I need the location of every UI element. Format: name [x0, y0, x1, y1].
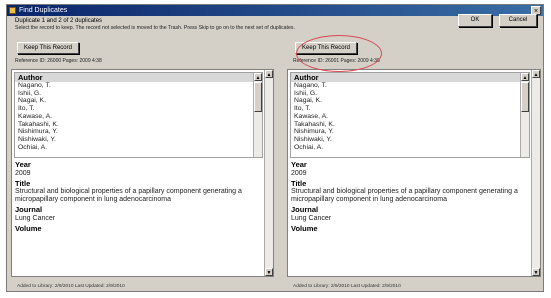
- right-title-label: Title: [291, 178, 307, 188]
- right-author-scrollbar[interactable]: ▲: [520, 73, 529, 157]
- author-item: Ochiai, A.: [294, 143, 324, 151]
- left-record-meta: Reference ID: 26000 Pages: 2009 4:38: [15, 58, 102, 64]
- author-item: Nishimura, Y.: [18, 128, 58, 136]
- author-item: Takahashi, K.: [18, 120, 59, 128]
- right-journal-value: Lung Cancer: [291, 214, 332, 222]
- left-record-panel: Author Nagano, T. Ishii, G. Nagai, K. It…: [11, 69, 274, 277]
- left-author-scrollbar[interactable]: ▲: [253, 73, 262, 157]
- author-item: Nagano, T.: [18, 82, 51, 89]
- keep-left-record-button[interactable]: Keep This Record: [17, 42, 79, 54]
- author-item: Nishiwaki, Y.: [18, 135, 56, 143]
- right-author-header: Author: [291, 73, 529, 82]
- author-item: Ito, T.: [18, 105, 35, 113]
- author-item: Ito, T.: [294, 105, 311, 113]
- author-item: Nishimura, Y.: [294, 128, 334, 136]
- left-title-value: Structural and biological properties of …: [15, 188, 242, 203]
- scroll-up-icon[interactable]: ▲: [532, 70, 540, 78]
- right-year-label: Year: [291, 160, 307, 169]
- scroll-up-icon[interactable]: ▲: [265, 70, 273, 78]
- right-volume-label: Volume: [291, 223, 318, 233]
- right-panel-scrollbar[interactable]: ▲ ▼: [531, 70, 540, 276]
- instruction-text: Select the record to keep. The record no…: [15, 25, 295, 31]
- scroll-down-icon[interactable]: ▼: [532, 268, 540, 276]
- left-author-list: Nagano, T. Ishii, G. Nagai, K. Ito, T. K…: [18, 82, 252, 151]
- cancel-button[interactable]: Cancel: [499, 14, 537, 27]
- author-item: Ishii, G.: [294, 89, 318, 97]
- left-year-value: 2009: [15, 169, 31, 177]
- right-journal-label: Journal: [291, 205, 319, 214]
- left-author-box: Author Nagano, T. Ishii, G. Nagai, K. It…: [14, 72, 263, 158]
- find-duplicates-dialog: Find Duplicates × Duplicate 1 and 2 of 2…: [6, 4, 544, 292]
- scroll-thumb[interactable]: [254, 82, 262, 112]
- left-panel-scrollbar[interactable]: ▲ ▼: [264, 70, 273, 276]
- scroll-up-icon[interactable]: ▲: [521, 73, 529, 81]
- ok-button[interactable]: OK: [458, 14, 492, 27]
- right-record-meta: Reference ID: 26001 Pages: 2009 4:38: [293, 58, 380, 64]
- left-status-text: Added to Library: 2/9/2010 Last Updated:…: [17, 284, 125, 289]
- scroll-up-icon[interactable]: ▲: [254, 73, 262, 81]
- right-author-box: Author Nagano, T. Ishii, G. Nagai, K. It…: [290, 72, 530, 158]
- app-icon: [9, 7, 16, 14]
- scroll-thumb[interactable]: [521, 82, 529, 112]
- author-item: Nishiwaki, Y.: [294, 135, 332, 143]
- right-record-panel: Author Nagano, T. Ishii, G. Nagai, K. It…: [287, 69, 541, 277]
- left-journal-label: Journal: [15, 205, 43, 214]
- keep-right-record-button[interactable]: Keep This Record: [295, 42, 357, 54]
- right-year-value: 2009: [291, 169, 307, 177]
- scroll-down-icon[interactable]: ▼: [265, 268, 273, 276]
- window-title: Find Duplicates: [19, 7, 68, 14]
- author-item: Nagai, K.: [294, 97, 322, 105]
- author-item: Ochiai, A.: [18, 143, 48, 151]
- author-item: Ishii, G.: [18, 89, 42, 97]
- left-fields: Year 2009 Title Structural and biologica…: [15, 160, 261, 233]
- author-item: Nagano, T.: [294, 82, 327, 89]
- author-item: Kawase, A.: [18, 112, 53, 120]
- duplicate-counter: Duplicate 1 and 2 of 2 duplicates: [15, 18, 103, 24]
- left-year-label: Year: [15, 160, 31, 169]
- left-volume-label: Volume: [15, 223, 42, 233]
- right-fields: Year 2009 Title Structural and biologica…: [291, 160, 528, 233]
- left-title-label: Title: [15, 178, 31, 188]
- author-item: Kawase, A.: [294, 112, 329, 120]
- left-journal-value: Lung Cancer: [15, 214, 56, 222]
- right-status-text: Added to Library: 2/9/2010 Last Updated:…: [293, 284, 401, 289]
- right-author-list: Nagano, T. Ishii, G. Nagai, K. Ito, T. K…: [294, 82, 519, 151]
- left-author-header: Author: [15, 73, 262, 82]
- right-title-value: Structural and biological properties of …: [291, 188, 518, 203]
- author-item: Nagai, K.: [18, 97, 46, 105]
- author-item: Takahashi, K.: [294, 120, 335, 128]
